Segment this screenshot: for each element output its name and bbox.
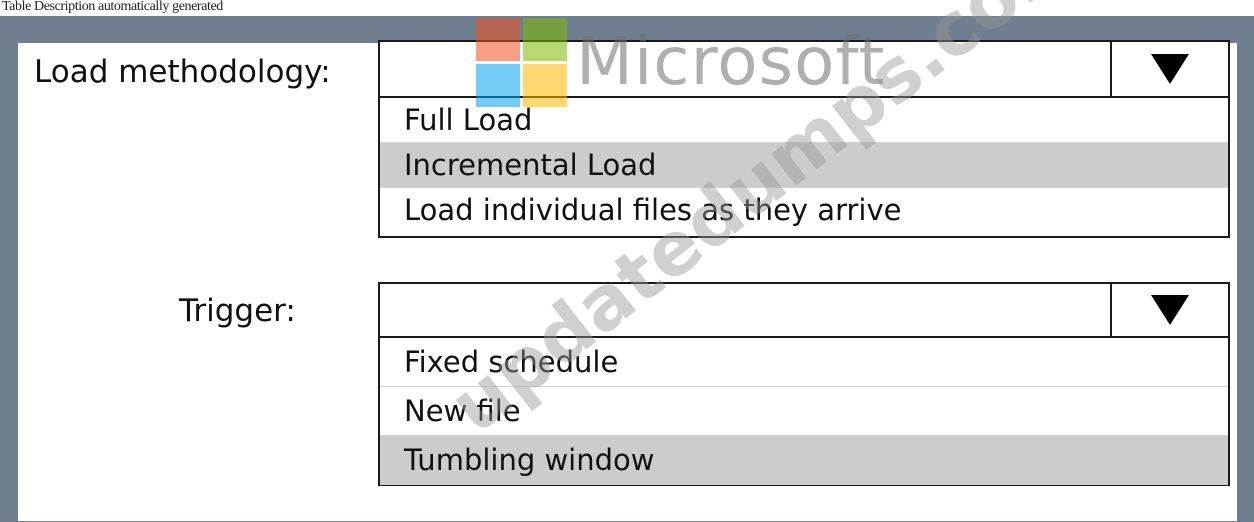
microsoft-logo-icon (476, 18, 568, 108)
image-caption: Table Description automatically generate… (2, 0, 223, 14)
option-incremental-load[interactable]: Incremental Load (380, 143, 1228, 188)
trigger-label: Trigger: (179, 293, 296, 329)
load-methodology-label: Load methodology: (34, 54, 331, 90)
option-new-file[interactable]: New file (380, 387, 1228, 436)
trigger-dropdown-button[interactable] (1110, 284, 1228, 336)
triangle-down-icon (1151, 54, 1189, 84)
logo-red-square (476, 18, 520, 61)
microsoft-watermark-text: Microsoft (576, 23, 886, 100)
trigger-dropdown[interactable]: Fixed schedule New file Tumbling window (378, 282, 1230, 486)
logo-green-square (523, 18, 567, 61)
triangle-down-icon (1151, 295, 1189, 325)
logo-blue-square (476, 64, 520, 107)
load-methodology-dropdown-button[interactable] (1110, 42, 1228, 96)
trigger-selected-value[interactable] (380, 284, 1110, 336)
logo-yellow-square (523, 64, 567, 107)
option-tumbling-window[interactable]: Tumbling window (380, 436, 1228, 485)
option-fixed-schedule[interactable]: Fixed schedule (380, 338, 1228, 387)
dropdown-header[interactable] (380, 284, 1228, 338)
option-load-individual-files[interactable]: Load individual files as they arrive (380, 188, 1228, 233)
